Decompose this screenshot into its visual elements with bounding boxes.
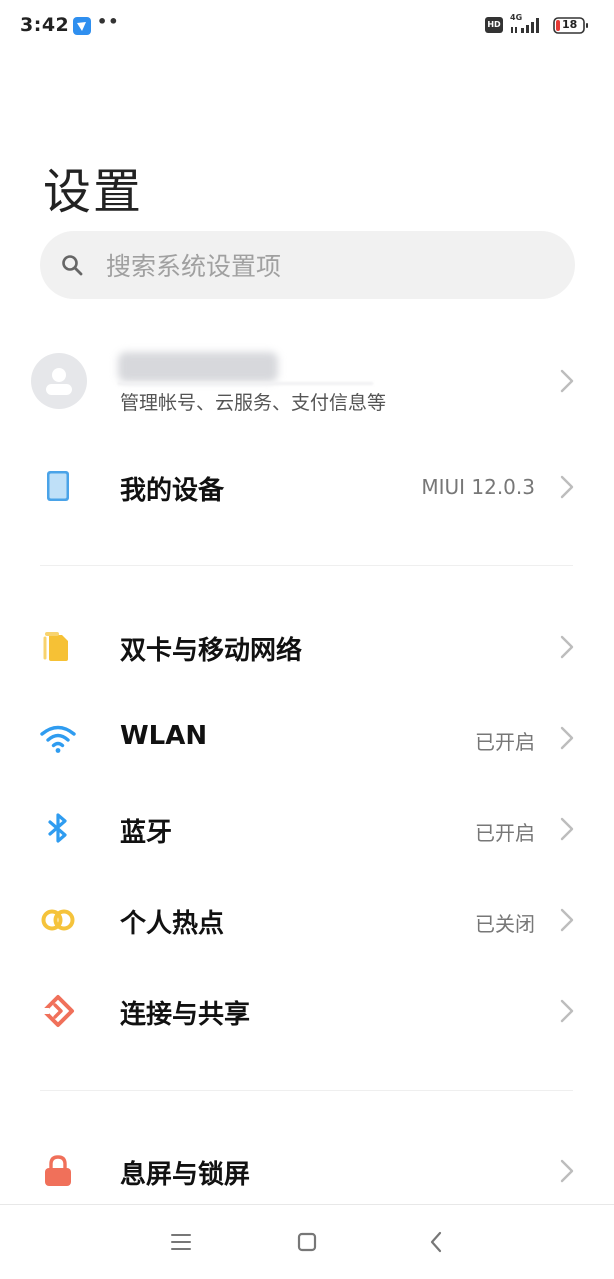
battery-level: 18 [562,18,578,31]
settings-item-value: 已开启 [475,730,535,754]
navigation-bar [0,1204,614,1279]
settings-item-label: 蓝牙 [120,818,173,848]
notification-dots: •• [97,12,120,31]
chevron-right-icon [560,1159,574,1183]
person-icon [46,368,72,395]
bluetooth-icon [48,813,67,843]
back-icon[interactable] [421,1227,451,1257]
avatar [31,353,87,409]
settings-item-label: 连接与共享 [120,1000,251,1030]
settings-item-label: WLAN [120,721,208,751]
settings-item-label: 我的设备 [120,476,225,506]
chevron-right-icon [560,475,574,499]
settings-item-bluetooth[interactable]: 蓝牙 已开启 [0,784,614,874]
search-input[interactable] [104,231,548,301]
search-bar[interactable] [40,231,575,301]
feishu-icon [73,17,91,35]
hotspot-icon [41,909,75,931]
settings-item-value: 已关闭 [475,912,535,936]
hd-voice-icon: HD [485,17,503,33]
chevron-right-icon [560,369,574,393]
settings-item-label: 息屏与锁屏 [120,1160,251,1190]
settings-item-my-device[interactable]: 我的设备 MIUI 12.0.3 [0,442,614,532]
battery-icon: 18 [553,17,589,34]
settings-item-lock-screen[interactable]: 息屏与锁屏 [0,1126,614,1216]
lock-icon [45,1155,71,1186]
sim-card-icon [43,632,68,661]
status-time: 3:42 [20,14,70,36]
settings-item-label: 双卡与移动网络 [120,636,303,666]
chevron-right-icon [560,817,574,841]
share-icon [41,995,74,1027]
chevron-right-icon [560,908,574,932]
tablet-icon [47,471,69,501]
signal-icon: 4G [510,13,546,37]
settings-item-value: MIUI 12.0.3 [421,475,535,499]
settings-item-wlan[interactable]: WLAN 已开启 [0,693,614,783]
settings-item-label: 个人热点 [120,909,225,939]
account-subtitle: 管理帐号、云服务、支付信息等 [120,392,387,414]
chevron-right-icon [560,726,574,750]
wifi-icon [40,725,76,753]
settings-item-hotspot[interactable]: 个人热点 已关闭 [0,875,614,965]
account-name-blurred [118,352,278,382]
menu-icon[interactable] [166,1227,196,1257]
status-bar: 3:42 •• HD 4G 18 [0,0,614,52]
section-divider [40,565,573,566]
chevron-right-icon [560,635,574,659]
section-divider [40,1090,573,1091]
page-title: 设置 [43,164,144,220]
home-icon[interactable] [292,1227,322,1257]
settings-item-value: 已开启 [475,821,535,845]
chevron-right-icon [560,999,574,1023]
settings-item-sim-network[interactable]: 双卡与移动网络 [0,602,614,692]
account-name-underline [118,382,373,385]
settings-item-connect-share[interactable]: 连接与共享 [0,966,614,1056]
search-icon [62,255,83,276]
